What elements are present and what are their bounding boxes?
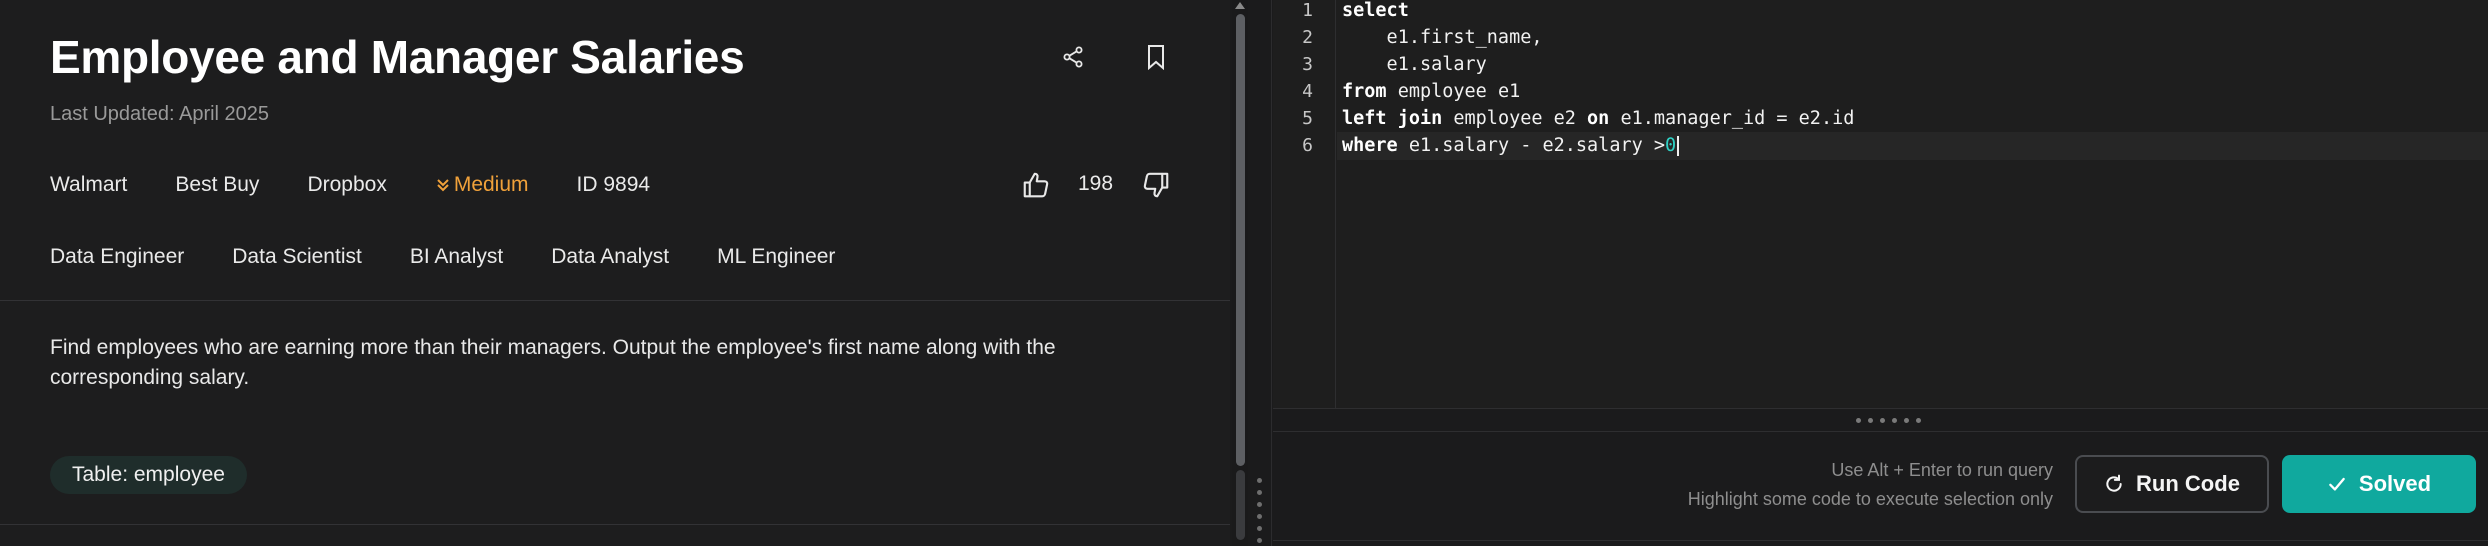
code-line[interactable]: select <box>1342 0 1409 21</box>
vote-count: 198 <box>1078 172 1114 195</box>
refresh-icon <box>2106 474 2122 492</box>
check-icon <box>2329 477 2345 491</box>
scroll-up-icon[interactable] <box>1235 2 1245 9</box>
difficulty-badge: Medium <box>435 173 529 197</box>
line-number: 2 <box>1302 27 1313 48</box>
run-code-button[interactable]: Run Code <box>2075 455 2269 513</box>
app-root: Employee and Manager Salaries Last Updat… <box>0 0 2488 546</box>
role-tag[interactable]: ML Engineer <box>717 245 835 269</box>
role-tag[interactable]: BI Analyst <box>410 245 503 269</box>
role-tag[interactable]: Data Engineer <box>50 245 184 269</box>
dislike-button[interactable] <box>1141 168 1171 202</box>
text-caret <box>1677 136 1680 156</box>
role-tag[interactable]: Data Scientist <box>232 245 362 269</box>
code-line[interactable]: e1.salary <box>1342 54 1487 75</box>
line-gutter: 1 2 3 4 5 6 <box>1273 0 1336 408</box>
code-line[interactable]: e1.first_name, <box>1342 27 1543 48</box>
roles-row: Data Engineer Data Scientist BI Analyst … <box>50 242 883 272</box>
code-editor[interactable]: 1 2 3 4 5 6 select e1.first_name, e1.sal… <box>1273 0 2488 408</box>
scrollbar-track-lower <box>1236 470 1245 540</box>
last-updated: Last Updated: April 2025 <box>50 103 270 125</box>
selection-hint: Highlight some code to execute selection… <box>1687 489 2053 509</box>
question-panel: Employee and Manager Salaries Last Updat… <box>0 0 1230 546</box>
thumbs-up-icon <box>1023 172 1049 198</box>
company-tag[interactable]: Walmart <box>50 173 127 197</box>
company-tag[interactable]: Best Buy <box>175 173 259 197</box>
bookmark-button[interactable] <box>1139 40 1173 74</box>
scrollbar-thumb[interactable] <box>1236 14 1245 466</box>
question-scrollbar[interactable] <box>1232 0 1248 546</box>
divider <box>0 524 1230 525</box>
table-badge[interactable]: Table: employee <box>50 456 247 494</box>
question-description: Find employees who are earning more than… <box>50 336 1056 389</box>
line-number: 5 <box>1302 108 1313 129</box>
divider <box>0 300 1230 301</box>
code-line[interactable]: from employee e1 <box>1342 81 1520 102</box>
line-number: 4 <box>1302 81 1313 102</box>
share-icon <box>1063 46 1083 68</box>
line-number: 3 <box>1302 54 1313 75</box>
solved-button[interactable]: Solved <box>2282 455 2476 513</box>
drag-handle-icon[interactable] <box>1257 478 1263 543</box>
company-tag[interactable]: Dropbox <box>307 173 386 197</box>
like-button[interactable] <box>1021 168 1051 202</box>
vertical-splitter[interactable] <box>1248 0 1272 546</box>
editor-toolbar: Use Alt + Enter to run query Highlight s… <box>1273 432 2488 540</box>
horizontal-splitter[interactable] <box>1273 408 2488 432</box>
page-title: Employee and Manager Salaries <box>50 31 745 83</box>
difficulty-label: Medium <box>453 173 529 196</box>
line-number: 6 <box>1302 135 1313 156</box>
run-hint: Use Alt + Enter to run query <box>1831 460 2053 480</box>
role-tag[interactable]: Data Analyst <box>551 245 669 269</box>
thumbs-down-icon <box>1143 172 1169 198</box>
bookmark-icon <box>1148 45 1164 70</box>
code-line[interactable]: left join employee e2 on e1.manager_id =… <box>1342 108 1854 129</box>
code-line-active[interactable]: where e1.salary - e2.salary >0 <box>1337 132 2488 160</box>
meta-row: Walmart Best Buy Dropbox Medium ID 9894 <box>50 170 698 200</box>
chevrons-down-icon <box>437 179 449 192</box>
drag-handle-icon[interactable] <box>1856 418 1921 423</box>
line-number: 1 <box>1302 0 1313 21</box>
solved-label: Solved <box>2358 471 2432 496</box>
share-button[interactable] <box>1056 40 1090 74</box>
run-code-label: Run Code <box>2136 471 2240 496</box>
question-id: ID 9894 <box>576 173 651 196</box>
divider <box>1273 540 2488 546</box>
